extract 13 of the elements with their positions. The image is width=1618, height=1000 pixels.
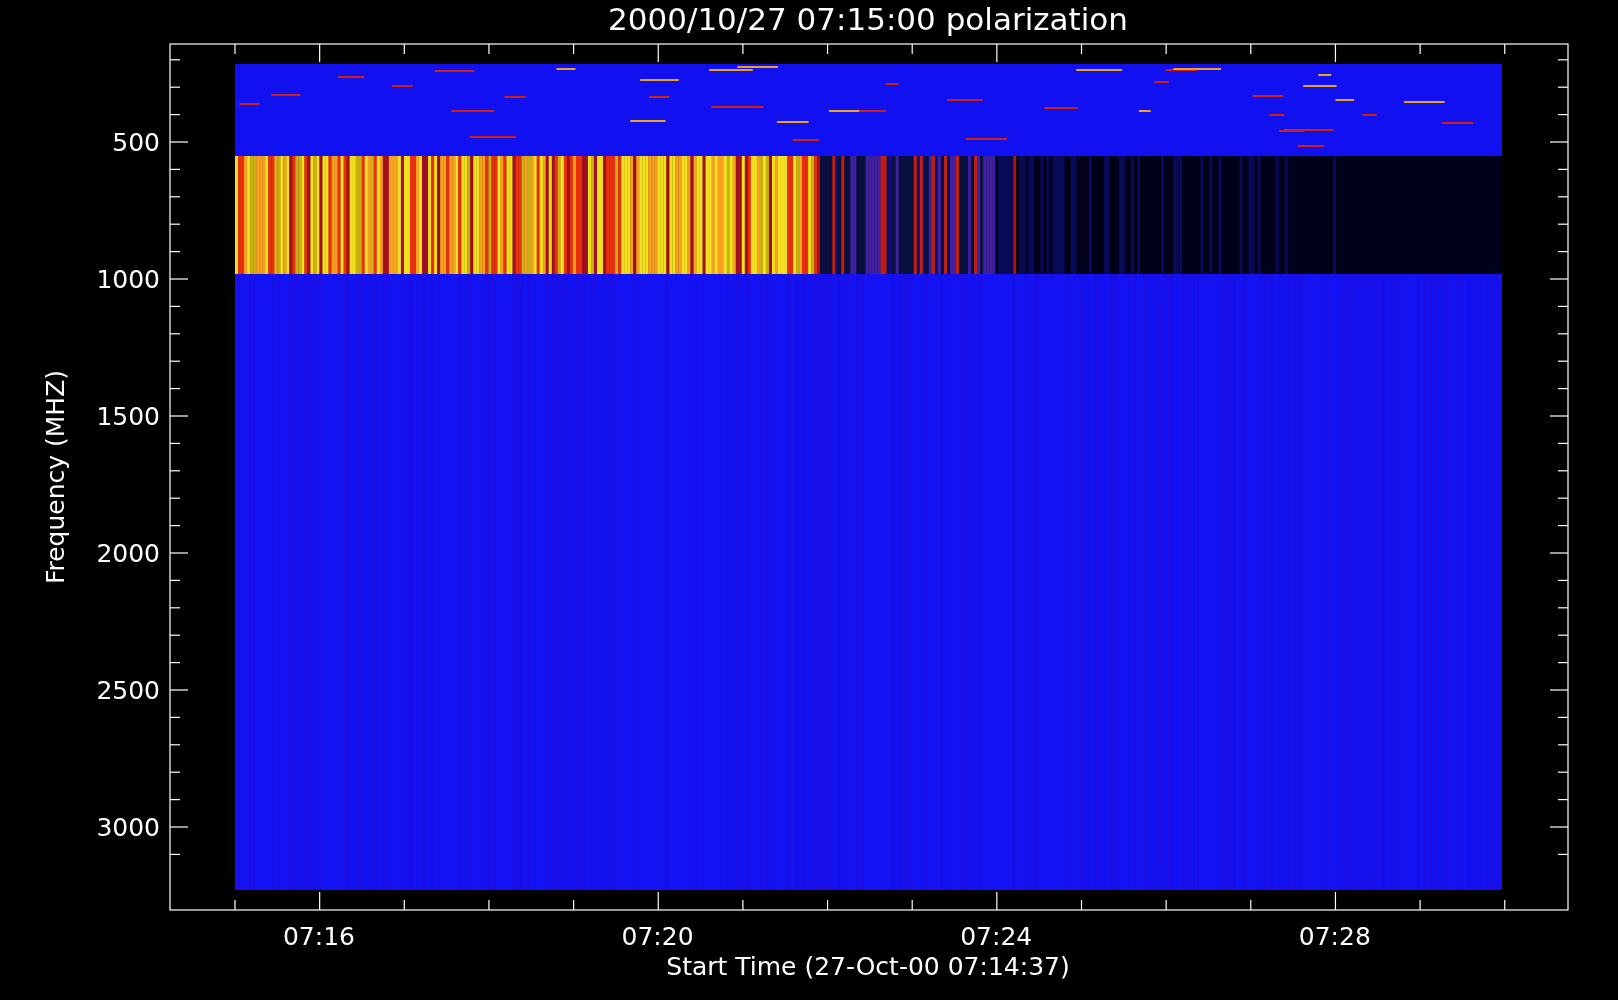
- y-tick-label: 2000: [96, 539, 160, 568]
- y-tick-label: 1000: [96, 265, 160, 294]
- x-axis-label: Start Time (27-Oct-00 07:14:37): [666, 952, 1070, 981]
- y-tick-label: 500: [112, 128, 160, 157]
- x-tick-label: 07:24: [960, 922, 1033, 951]
- x-tick-label: 07:20: [621, 922, 694, 951]
- y-axis-label: Frequency (MHZ): [41, 369, 70, 585]
- y-tick-label: 3000: [96, 813, 160, 842]
- x-tick-label: 07:16: [283, 922, 355, 951]
- y-tick-label: 1500: [96, 402, 160, 431]
- x-tick-label: 07:28: [1298, 922, 1371, 951]
- y-tick-label: 2500: [96, 676, 160, 705]
- chart-title: 2000/10/27 07:15:00 polarization: [608, 1, 1128, 37]
